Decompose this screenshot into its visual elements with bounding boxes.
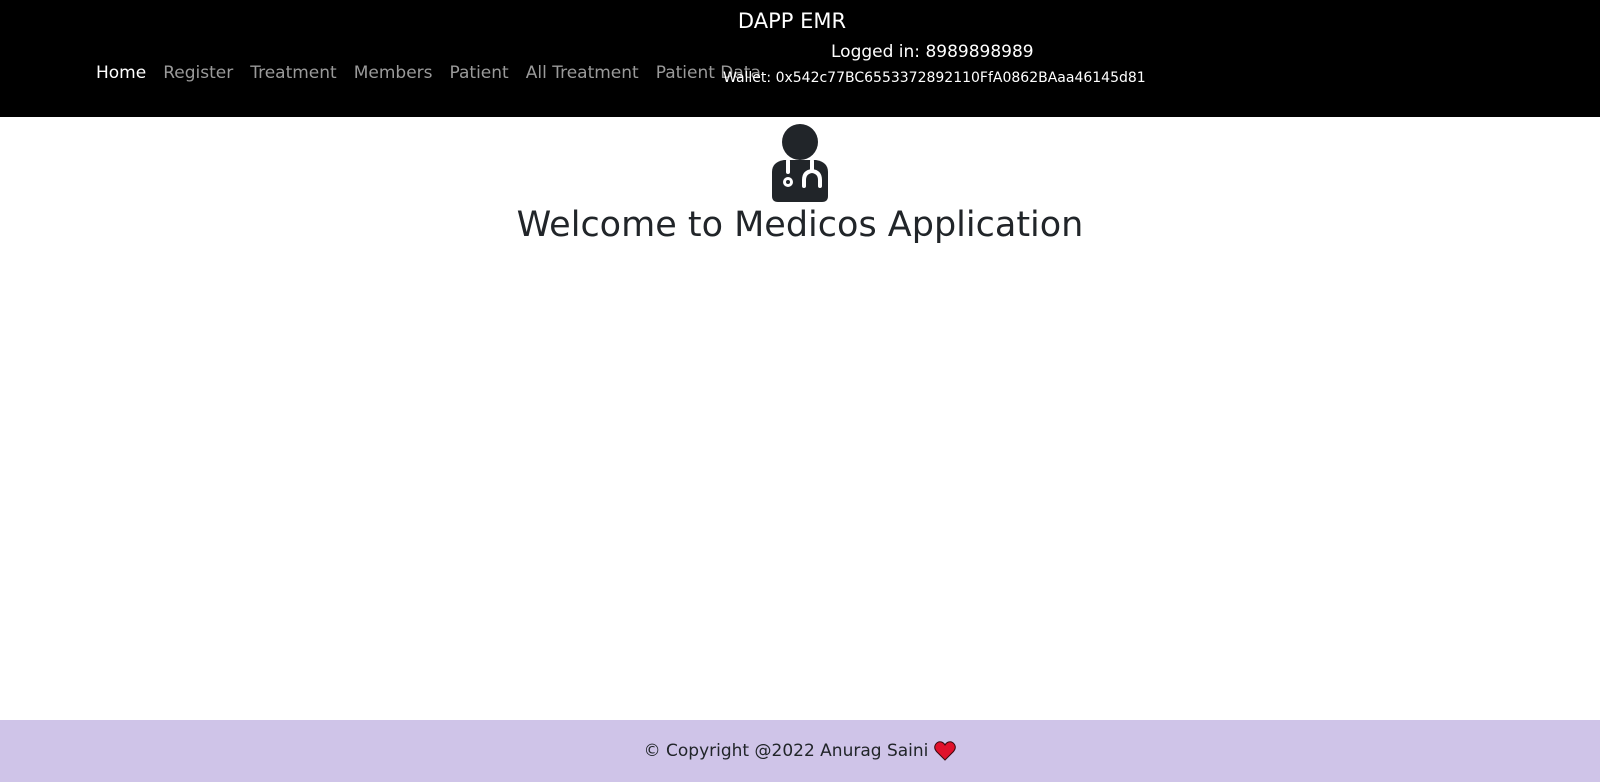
top-navbar: DAPP EMR Home Register Treatment Members… — [0, 0, 1600, 117]
footer: © Copyright @2022 Anurag Saini — [0, 720, 1600, 782]
nav-link-register[interactable]: Register — [163, 63, 233, 83]
brand-title[interactable]: DAPP EMR — [0, 9, 1584, 33]
nav-link-all-treatment[interactable]: All Treatment — [526, 63, 639, 83]
wallet-address: Wallet: 0x542c77BC6553372892110FfA0862BA… — [723, 70, 1146, 86]
nav-link-members[interactable]: Members — [354, 63, 433, 83]
nav-link-treatment[interactable]: Treatment — [250, 63, 337, 83]
doctor-icon — [772, 124, 828, 202]
footer-copyright: © Copyright @2022 Anurag Saini — [643, 741, 929, 761]
nav-link-home[interactable]: Home — [96, 63, 146, 83]
page-title: Welcome to Medicos Application — [516, 205, 1084, 245]
heart-icon — [934, 741, 957, 761]
logged-in-status: Logged in: 8989898989 — [831, 42, 1034, 62]
nav-link-patient[interactable]: Patient — [450, 63, 509, 83]
nav-links: Home Register Treatment Members Patient … — [96, 63, 778, 83]
